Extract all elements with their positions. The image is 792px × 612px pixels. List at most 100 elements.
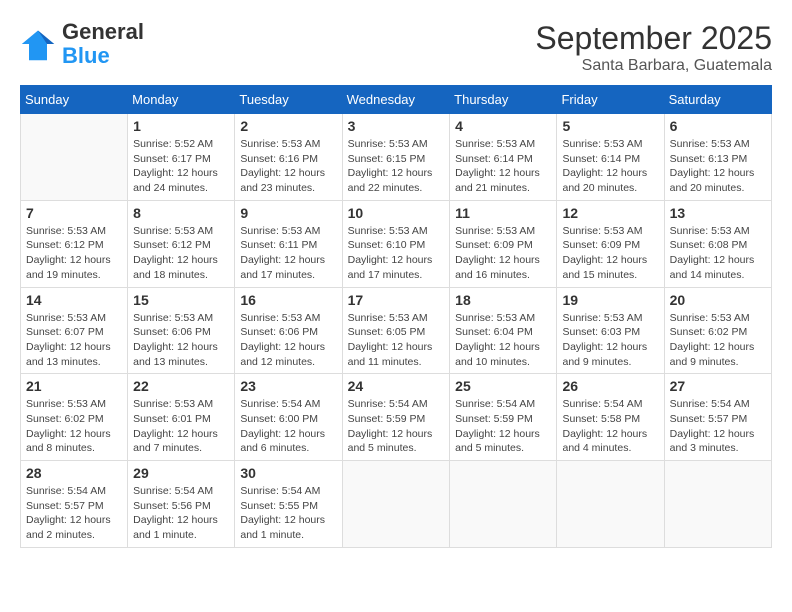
day-info: Sunrise: 5:53 AM Sunset: 6:07 PM Dayligh… <box>26 311 122 370</box>
day-number: 23 <box>240 378 336 394</box>
table-row: 11Sunrise: 5:53 AM Sunset: 6:09 PM Dayli… <box>450 200 557 287</box>
day-number: 26 <box>562 378 658 394</box>
table-row: 6 Sunrise: 5:53 AM Sunset: 6:13 PM Daylig… <box>664 114 771 201</box>
table-row: 16Sunrise: 5:53 AM Sunset: 6:06 PM Dayli… <box>235 287 342 374</box>
day-info: Sunrise: 5:53 AM Sunset: 6:06 PM Dayligh… <box>240 311 336 370</box>
page-header: General Blue September 2025 Santa Barbar… <box>20 20 772 75</box>
table-row <box>450 461 557 548</box>
day-info: Sunrise: 5:54 AM Sunset: 5:58 PM Dayligh… <box>562 397 658 456</box>
header-thursday: Thursday <box>450 86 557 114</box>
header-wednesday: Wednesday <box>342 86 450 114</box>
table-row: 27 Sunrise: 5:54 AM Sunset: 5:57 PM Dayli… <box>664 374 771 461</box>
table-row: 19 Sunrise: 5:53 AM Sunset: 6:03 PM Dayli… <box>557 287 664 374</box>
day-number: 18 <box>455 292 551 308</box>
day-info: Sunrise: 5:53 AM Sunset: 6:14 PM Dayligh… <box>455 137 551 196</box>
day-info: Sunrise: 5:54 AM Sunset: 5:57 PM Dayligh… <box>670 397 766 456</box>
day-info: Sunrise: 5:53 AM Sunset: 6:04 PM Dayligh… <box>455 311 551 370</box>
day-info: Sunrise: 5:53 AM Sunset: 6:15 PM Dayligh… <box>348 137 445 196</box>
table-row: 14 Sunrise: 5:53 AM Sunset: 6:07 PM Dayli… <box>21 287 128 374</box>
table-row: 12Sunrise: 5:53 AM Sunset: 6:09 PM Dayli… <box>557 200 664 287</box>
day-number: 19 <box>562 292 658 308</box>
table-row <box>664 461 771 548</box>
day-number: 10 <box>348 205 445 221</box>
table-row: 23 Sunrise: 5:54 AM Sunset: 6:00 PM Dayli… <box>235 374 342 461</box>
logo-icon <box>20 26 56 62</box>
day-number: 25 <box>455 378 551 394</box>
day-info: Sunrise: 5:54 AM Sunset: 5:56 PM Dayligh… <box>133 484 229 543</box>
table-row <box>21 114 128 201</box>
table-row: 25 Sunrise: 5:54 AM Sunset: 5:59 PM Dayli… <box>450 374 557 461</box>
day-number: 22 <box>133 378 229 394</box>
day-info: Sunrise: 5:54 AM Sunset: 5:59 PM Dayligh… <box>455 397 551 456</box>
day-number: 29 <box>133 465 229 481</box>
table-row: 4Sunrise: 5:53 AM Sunset: 6:14 PM Daylig… <box>450 114 557 201</box>
calendar-week-row: 7 Sunrise: 5:53 AM Sunset: 6:12 PM Daylig… <box>21 200 772 287</box>
table-row: 18 Sunrise: 5:53 AM Sunset: 6:04 PM Dayli… <box>450 287 557 374</box>
table-row <box>342 461 450 548</box>
day-number: 1 <box>133 118 229 134</box>
day-info: Sunrise: 5:53 AM Sunset: 6:01 PM Dayligh… <box>133 397 229 456</box>
day-info: Sunrise: 5:54 AM Sunset: 5:59 PM Dayligh… <box>348 397 445 456</box>
table-row: 5 Sunrise: 5:53 AM Sunset: 6:14 PM Daylig… <box>557 114 664 201</box>
day-number: 9 <box>240 205 336 221</box>
day-info: Sunrise: 5:53 AM Sunset: 6:06 PM Dayligh… <box>133 311 229 370</box>
calendar-week-row: 14 Sunrise: 5:53 AM Sunset: 6:07 PM Dayli… <box>21 287 772 374</box>
day-info: Sunrise: 5:54 AM Sunset: 5:57 PM Dayligh… <box>26 484 122 543</box>
day-number: 27 <box>670 378 766 394</box>
day-number: 13 <box>670 205 766 221</box>
day-number: 20 <box>670 292 766 308</box>
day-info: Sunrise: 5:54 AM Sunset: 6:00 PM Dayligh… <box>240 397 336 456</box>
day-number: 3 <box>348 118 445 134</box>
logo-text: General Blue <box>62 20 144 68</box>
calendar-week-row: 1 Sunrise: 5:52 AM Sunset: 6:17 PM Daylig… <box>21 114 772 201</box>
day-info: Sunrise: 5:53 AM Sunset: 6:12 PM Dayligh… <box>26 224 122 283</box>
table-row: 10 Sunrise: 5:53 AM Sunset: 6:10 PM Dayli… <box>342 200 450 287</box>
day-number: 17 <box>348 292 445 308</box>
table-row: 2Sunrise: 5:53 AM Sunset: 6:16 PM Daylig… <box>235 114 342 201</box>
table-row: 7 Sunrise: 5:53 AM Sunset: 6:12 PM Daylig… <box>21 200 128 287</box>
day-info: Sunrise: 5:53 AM Sunset: 6:03 PM Dayligh… <box>562 311 658 370</box>
calendar-week-row: 21 Sunrise: 5:53 AM Sunset: 6:02 PM Dayli… <box>21 374 772 461</box>
day-info: Sunrise: 5:53 AM Sunset: 6:05 PM Dayligh… <box>348 311 445 370</box>
table-row: 26 Sunrise: 5:54 AM Sunset: 5:58 PM Dayli… <box>557 374 664 461</box>
table-row: 1 Sunrise: 5:52 AM Sunset: 6:17 PM Daylig… <box>128 114 235 201</box>
day-info: Sunrise: 5:53 AM Sunset: 6:02 PM Dayligh… <box>26 397 122 456</box>
day-number: 30 <box>240 465 336 481</box>
table-row: 21 Sunrise: 5:53 AM Sunset: 6:02 PM Dayli… <box>21 374 128 461</box>
day-info: Sunrise: 5:53 AM Sunset: 6:11 PM Dayligh… <box>240 224 336 283</box>
day-info: Sunrise: 5:54 AM Sunset: 5:55 PM Dayligh… <box>240 484 336 543</box>
day-number: 28 <box>26 465 122 481</box>
day-info: Sunrise: 5:53 AM Sunset: 6:14 PM Dayligh… <box>562 137 658 196</box>
logo: General Blue <box>20 20 144 68</box>
month-title: September 2025 <box>535 20 772 57</box>
header-tuesday: Tuesday <box>235 86 342 114</box>
table-row: 22 Sunrise: 5:53 AM Sunset: 6:01 PM Dayli… <box>128 374 235 461</box>
day-number: 2 <box>240 118 336 134</box>
header-friday: Friday <box>557 86 664 114</box>
day-number: 7 <box>26 205 122 221</box>
day-info: Sunrise: 5:53 AM Sunset: 6:13 PM Dayligh… <box>670 137 766 196</box>
day-number: 24 <box>348 378 445 394</box>
day-number: 21 <box>26 378 122 394</box>
day-number: 11 <box>455 205 551 221</box>
day-number: 8 <box>133 205 229 221</box>
day-number: 5 <box>562 118 658 134</box>
day-number: 14 <box>26 292 122 308</box>
day-number: 6 <box>670 118 766 134</box>
day-number: 12 <box>562 205 658 221</box>
day-info: Sunrise: 5:53 AM Sunset: 6:12 PM Dayligh… <box>133 224 229 283</box>
table-row: 29 Sunrise: 5:54 AM Sunset: 5:56 PM Dayli… <box>128 461 235 548</box>
day-info: Sunrise: 5:53 AM Sunset: 6:10 PM Dayligh… <box>348 224 445 283</box>
day-info: Sunrise: 5:53 AM Sunset: 6:02 PM Dayligh… <box>670 311 766 370</box>
table-row: 30 Sunrise: 5:54 AM Sunset: 5:55 PM Dayli… <box>235 461 342 548</box>
calendar-table: Sunday Monday Tuesday Wednesday Thursday… <box>20 85 772 548</box>
table-row: 24 Sunrise: 5:54 AM Sunset: 5:59 PM Dayli… <box>342 374 450 461</box>
table-row: 28 Sunrise: 5:54 AM Sunset: 5:57 PM Dayli… <box>21 461 128 548</box>
table-row: 15Sunrise: 5:53 AM Sunset: 6:06 PM Dayli… <box>128 287 235 374</box>
table-row: 9 Sunrise: 5:53 AM Sunset: 6:11 PM Daylig… <box>235 200 342 287</box>
table-row: 8 Sunrise: 5:53 AM Sunset: 6:12 PM Daylig… <box>128 200 235 287</box>
table-row <box>557 461 664 548</box>
day-info: Sunrise: 5:52 AM Sunset: 6:17 PM Dayligh… <box>133 137 229 196</box>
header-monday: Monday <box>128 86 235 114</box>
table-row: 3 Sunrise: 5:53 AM Sunset: 6:15 PM Daylig… <box>342 114 450 201</box>
